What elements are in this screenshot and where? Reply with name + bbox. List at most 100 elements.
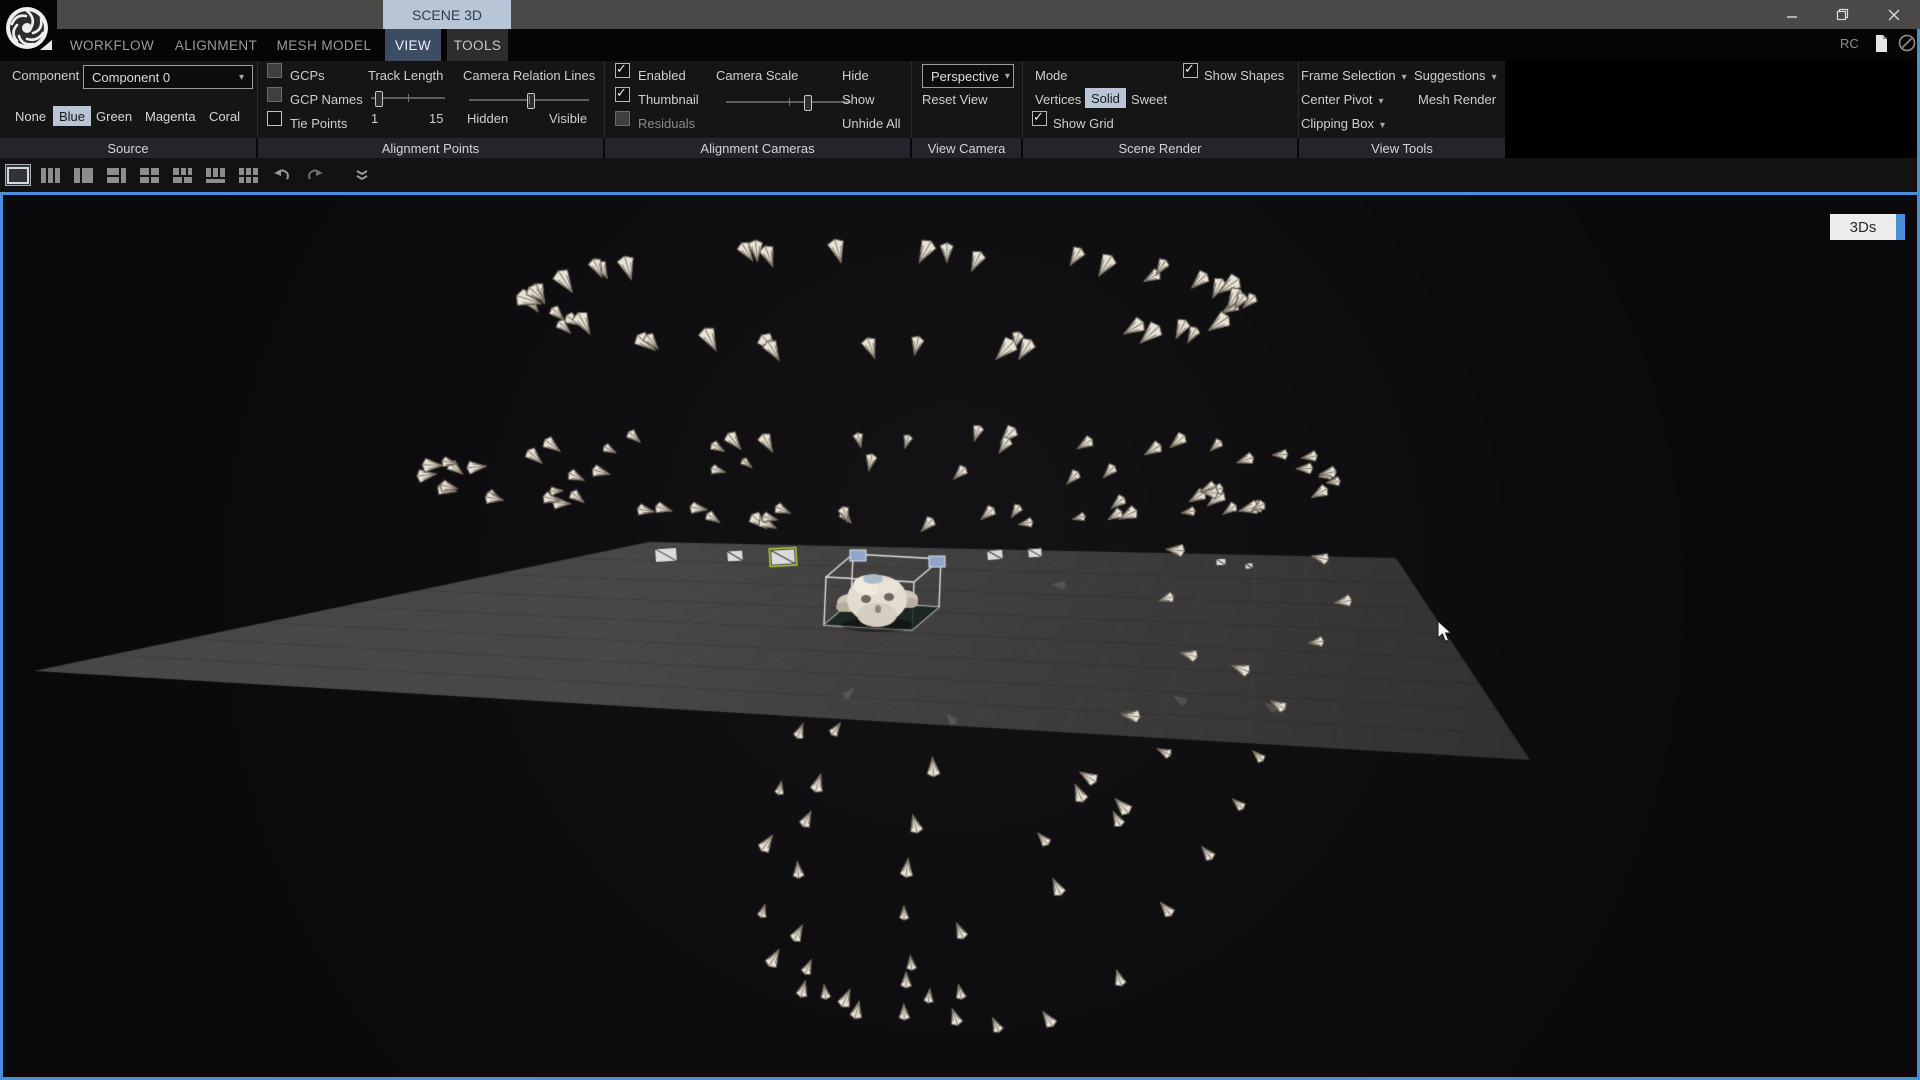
viewport-canvas[interactable]: [3, 195, 1917, 1077]
show-grid-label: Show Grid: [1053, 116, 1114, 131]
help-icon[interactable]: [1898, 34, 1917, 58]
mouse-cursor: [1437, 620, 1457, 644]
minimize-icon: [1786, 9, 1798, 21]
application-window: SCENE 3D WORKF: [0, 0, 1920, 1080]
scene-3d-tab[interactable]: SCENE 3D: [383, 0, 511, 29]
app-logo-button[interactable]: [0, 0, 57, 57]
source-color-magenta[interactable]: Magenta: [139, 106, 202, 126]
source-color-coral[interactable]: Coral: [203, 106, 246, 126]
mode-sweet-button[interactable]: Sweet: [1131, 92, 1167, 107]
mode-label: Mode: [1035, 68, 1068, 83]
tie-points-checkbox[interactable]: [267, 111, 282, 131]
layout-grid-mixed-icon[interactable]: [171, 165, 195, 185]
tie-points-label: Tie Points: [290, 116, 347, 131]
gcp-names-label: GCP Names: [290, 92, 363, 107]
hide-button[interactable]: Hide: [842, 68, 869, 83]
suggestions-button[interactable]: Suggestions▾: [1414, 68, 1497, 83]
enabled-checkbox[interactable]: [615, 63, 630, 83]
redo-icon[interactable]: [303, 165, 327, 185]
layout-two-pane-icon[interactable]: [72, 165, 96, 185]
residuals-checkbox[interactable]: [615, 111, 630, 131]
component-dropdown[interactable]: Component 0 ▾: [83, 65, 253, 89]
layout-left-split-icon[interactable]: [105, 165, 129, 185]
track-length-label: Track Length: [368, 68, 443, 83]
source-color-green[interactable]: Green: [90, 106, 138, 126]
section-alignment-points: Alignment Points: [258, 138, 603, 158]
section-scene-render: Scene Render: [1023, 138, 1297, 158]
camera-relation-lines-label: Camera Relation Lines: [463, 68, 595, 83]
layout-three-top-icon[interactable]: [204, 165, 228, 185]
rc-badge: RC: [1840, 36, 1859, 51]
ribbon: Component Component 0 ▾ None Blue Green …: [0, 61, 1505, 138]
clipping-box-button[interactable]: Clipping Box▾: [1301, 116, 1385, 131]
scene-3d-tab-label: SCENE 3D: [412, 7, 482, 23]
component-label: Component: [12, 68, 79, 83]
minimize-button[interactable]: [1772, 0, 1812, 29]
chevron-down-icon: ▾: [1380, 120, 1385, 131]
crl-max-label: Visible: [549, 111, 587, 126]
track-length-slider[interactable]: [371, 97, 445, 99]
projection-dropdown[interactable]: Perspective ▾: [922, 64, 1014, 88]
app-logo-icon: [0, 0, 57, 57]
view-tab-3ds[interactable]: 3Ds: [1830, 214, 1905, 240]
layout-single-icon[interactable]: [6, 165, 30, 185]
close-icon: [1888, 9, 1900, 21]
gcps-label: GCPs: [290, 68, 325, 83]
restore-icon: [1836, 8, 1849, 21]
section-view-tools: View Tools: [1299, 138, 1505, 158]
camera-relation-lines-slider[interactable]: [469, 99, 589, 101]
source-color-blue[interactable]: Blue: [53, 106, 91, 126]
chevron-down-icon: ▾: [239, 72, 244, 83]
camera-scale-handle[interactable]: [804, 95, 812, 111]
show-shapes-label: Show Shapes: [1204, 68, 1284, 83]
gcps-checkbox[interactable]: [267, 63, 282, 83]
crl-min-label: Hidden: [467, 111, 508, 126]
layout-grid-2x2-icon[interactable]: [138, 165, 162, 185]
camera-scale-label: Camera Scale: [716, 68, 798, 83]
mode-solid-button[interactable]: Solid: [1085, 88, 1126, 108]
tab-workflow[interactable]: WORKFLOW: [70, 29, 154, 61]
show-button[interactable]: Show: [842, 92, 875, 107]
camera-scale-slider[interactable]: [726, 101, 851, 103]
menu-bar: WORKFLOW ALIGNMENT MESH MODEL VIEW TOOLS…: [0, 29, 1920, 61]
show-shapes-checkbox[interactable]: [1183, 63, 1198, 83]
document-icon[interactable]: [1874, 34, 1889, 58]
active-view-indicator: [1896, 214, 1905, 240]
track-length-handle[interactable]: [375, 91, 383, 107]
thumbnail-label: Thumbnail: [638, 92, 699, 107]
mesh-render-button[interactable]: Mesh Render: [1418, 92, 1496, 107]
tab-mesh-model[interactable]: MESH MODEL: [276, 29, 372, 61]
viewport-3d[interactable]: 3Ds: [0, 192, 1920, 1080]
layout-grid-3x2-icon[interactable]: [237, 165, 261, 185]
thumbnail-checkbox[interactable]: [615, 87, 630, 107]
undo-icon[interactable]: [270, 165, 294, 185]
mode-vertices-button[interactable]: Vertices: [1035, 92, 1081, 107]
center-pivot-button[interactable]: Center Pivot▾: [1301, 92, 1384, 107]
frame-selection-button[interactable]: Frame Selection▾: [1301, 68, 1407, 83]
chevron-down-icon: ▾: [1402, 72, 1407, 83]
gcp-names-checkbox[interactable]: [267, 87, 282, 107]
enabled-label: Enabled: [638, 68, 686, 83]
section-source: Source: [0, 138, 256, 158]
viewport-layout-toolbar: [0, 158, 1920, 192]
section-alignment-cameras: Alignment Cameras: [605, 138, 910, 158]
section-view-camera: View Camera: [912, 138, 1021, 158]
ribbon-section-bar: Source Alignment Points Alignment Camera…: [0, 138, 1505, 158]
unhide-all-button[interactable]: Unhide All: [842, 116, 901, 131]
chevron-down-icon: ▾: [1379, 96, 1384, 107]
tab-view[interactable]: VIEW: [385, 29, 441, 61]
residuals-label: Residuals: [638, 116, 695, 131]
expand-toolbar-icon[interactable]: [350, 165, 374, 185]
title-bar: SCENE 3D: [0, 0, 1920, 29]
tab-tools[interactable]: TOOLS: [447, 29, 508, 61]
source-color-none[interactable]: None: [9, 106, 52, 126]
track-length-min: 1: [371, 111, 378, 126]
close-button[interactable]: [1872, 0, 1916, 29]
layout-three-columns-icon[interactable]: [39, 165, 63, 185]
camera-relation-lines-handle[interactable]: [527, 93, 535, 109]
tab-alignment[interactable]: ALIGNMENT: [174, 29, 258, 61]
reset-view-button[interactable]: Reset View: [922, 92, 988, 107]
show-grid-checkbox[interactable]: [1032, 111, 1047, 131]
chevron-down-icon: ▾: [1005, 71, 1010, 82]
restore-button[interactable]: [1822, 0, 1862, 29]
